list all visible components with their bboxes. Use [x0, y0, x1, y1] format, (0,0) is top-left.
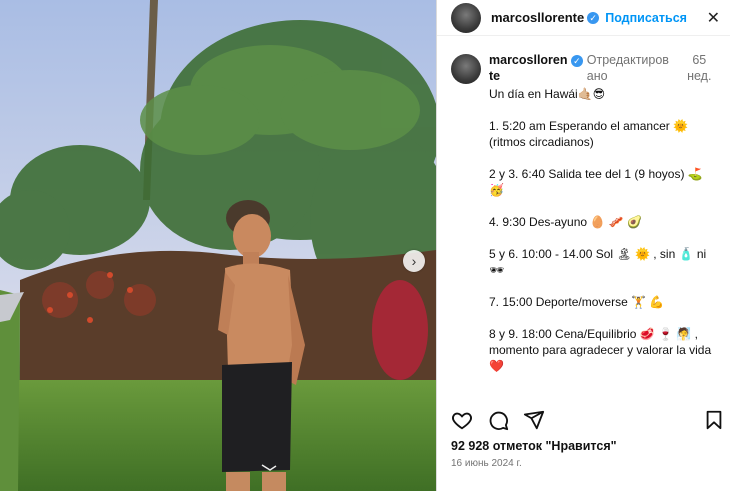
caption-line: 8 y 9. 18:00 Cena/Equilibrio 🥩 🍷 🧖 , mom… — [489, 327, 712, 373]
comment-icon[interactable] — [487, 409, 509, 431]
caption-avatar[interactable] — [451, 54, 481, 84]
caption-line: 4. 9:30 Des-ayuno 🥚 🥓 🥑 — [489, 215, 642, 229]
caption-line: 5 y 6. 10:00 - 14.00 Sol 🏝 🌞 , sin 🧴 ni … — [489, 247, 707, 277]
post-photo[interactable]: › — [0, 0, 436, 491]
caption-line: 2 y 3. 6:40 Salida tee del 1 (9 hoyos) ⛳… — [489, 167, 703, 197]
edited-label: Отредактировано — [586, 53, 669, 83]
verified-badge-icon: ✓ — [587, 11, 600, 24]
follow-button[interactable]: Подписаться — [605, 11, 687, 25]
header-username[interactable]: marcosllorente — [491, 10, 584, 25]
caption-username[interactable]: marcosllorente — [489, 52, 568, 84]
post-date: 16 июнь 2024 г. — [451, 458, 522, 469]
caption-line: 7. 15:00 Deporte/moverse 🏋️ 💪 — [489, 295, 665, 309]
caption-line: Un día en Hawái🤙🏼😎 — [489, 87, 606, 101]
heart-icon[interactable] — [451, 409, 473, 431]
post-header: marcosllorente ✓ Подписаться ✕ — [437, 0, 730, 36]
post-side-panel: marcosllorente ✓ Подписаться ✕ marcosllo… — [436, 0, 730, 491]
post-actions — [451, 409, 725, 431]
photo-illustration — [0, 0, 436, 491]
chevron-right-icon: › — [411, 253, 417, 269]
verified-badge-icon: ✓ — [570, 55, 583, 67]
avatar[interactable] — [451, 2, 481, 33]
likes-count[interactable]: 92 928 отметок "Нравится" — [451, 439, 617, 453]
post-time[interactable]: 65 нед. — [680, 52, 719, 84]
caption-text: Un día en Hawái🤙🏼😎 1. 5:20 am Esperando … — [489, 86, 719, 374]
close-icon[interactable]: ✕ — [707, 8, 720, 28]
bookmark-icon[interactable] — [703, 409, 725, 431]
post-caption: marcosllorente ✓ Отредактировано 65 нед.… — [451, 52, 719, 390]
share-icon[interactable] — [523, 409, 545, 431]
caption-line: 1. 5:20 am Esperando el amancer 🌞 (ritmo… — [489, 119, 689, 149]
carousel-next-button[interactable]: › — [403, 250, 425, 272]
